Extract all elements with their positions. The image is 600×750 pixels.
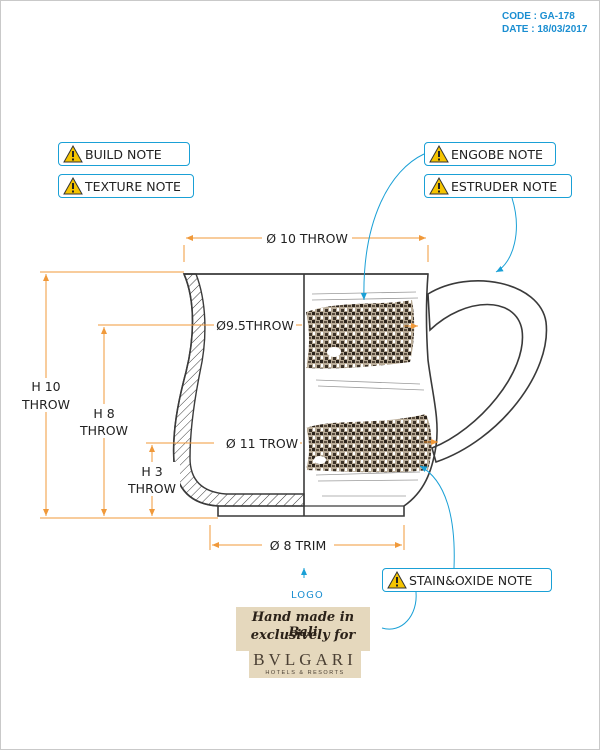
estruder-note[interactable]: ESTRUDER NOTE xyxy=(424,174,572,198)
estruder-note-label: ESTRUDER NOTE xyxy=(451,178,558,194)
texture-note[interactable]: TEXTURE NOTE xyxy=(58,174,194,198)
brand-name: BVLGARI xyxy=(253,650,357,669)
texture-band-lower xyxy=(306,414,432,473)
warning-triangle-icon xyxy=(63,145,83,163)
handmade-label: Hand made in Bali exclusively for xyxy=(236,607,370,651)
mug-section-wall xyxy=(172,273,305,507)
dim-height-total-2: THROW xyxy=(21,397,70,412)
dim-height-mid-2: THROW xyxy=(79,423,128,438)
logo-marker: LOGO xyxy=(291,590,324,601)
warning-triangle-icon xyxy=(429,177,449,195)
texture-band-upper xyxy=(306,300,415,369)
callout-leaders xyxy=(301,153,517,630)
build-note[interactable]: BUILD NOTE xyxy=(58,142,190,166)
brand-subtitle: HOTELS & RESORTS xyxy=(265,670,345,676)
dim-height-low-1: H 3 xyxy=(141,464,162,479)
dim-top-diameter: Ø 10 THROW xyxy=(266,231,348,246)
build-note-label: BUILD NOTE xyxy=(85,146,162,162)
engobe-note[interactable]: ENGOBE NOTE xyxy=(424,142,556,166)
handmade-line-2: exclusively for xyxy=(250,628,356,643)
warning-triangle-icon xyxy=(429,145,449,163)
mug-handle xyxy=(427,280,548,464)
dim-upper-diameter: Ø9.5THROW xyxy=(216,318,294,333)
texture-note-label: TEXTURE NOTE xyxy=(85,178,181,194)
dim-height-total-1: H 10 xyxy=(31,379,60,394)
stain-oxide-note[interactable]: STAIN&OXIDE NOTE xyxy=(382,568,552,592)
dim-lower-diameter: Ø 11 TROW xyxy=(226,436,298,451)
stain-oxide-note-label: STAIN&OXIDE NOTE xyxy=(409,572,533,588)
brand-logo: BVLGARI HOTELS & RESORTS xyxy=(249,648,361,678)
warning-triangle-icon xyxy=(63,177,83,195)
engobe-note-label: ENGOBE NOTE xyxy=(451,146,543,162)
warning-triangle-icon xyxy=(387,571,407,589)
dim-base-diameter: Ø 8 TRIM xyxy=(270,538,327,553)
dim-height-low-2: THROW xyxy=(127,481,176,496)
dim-height-mid-1: H 8 xyxy=(93,406,114,421)
